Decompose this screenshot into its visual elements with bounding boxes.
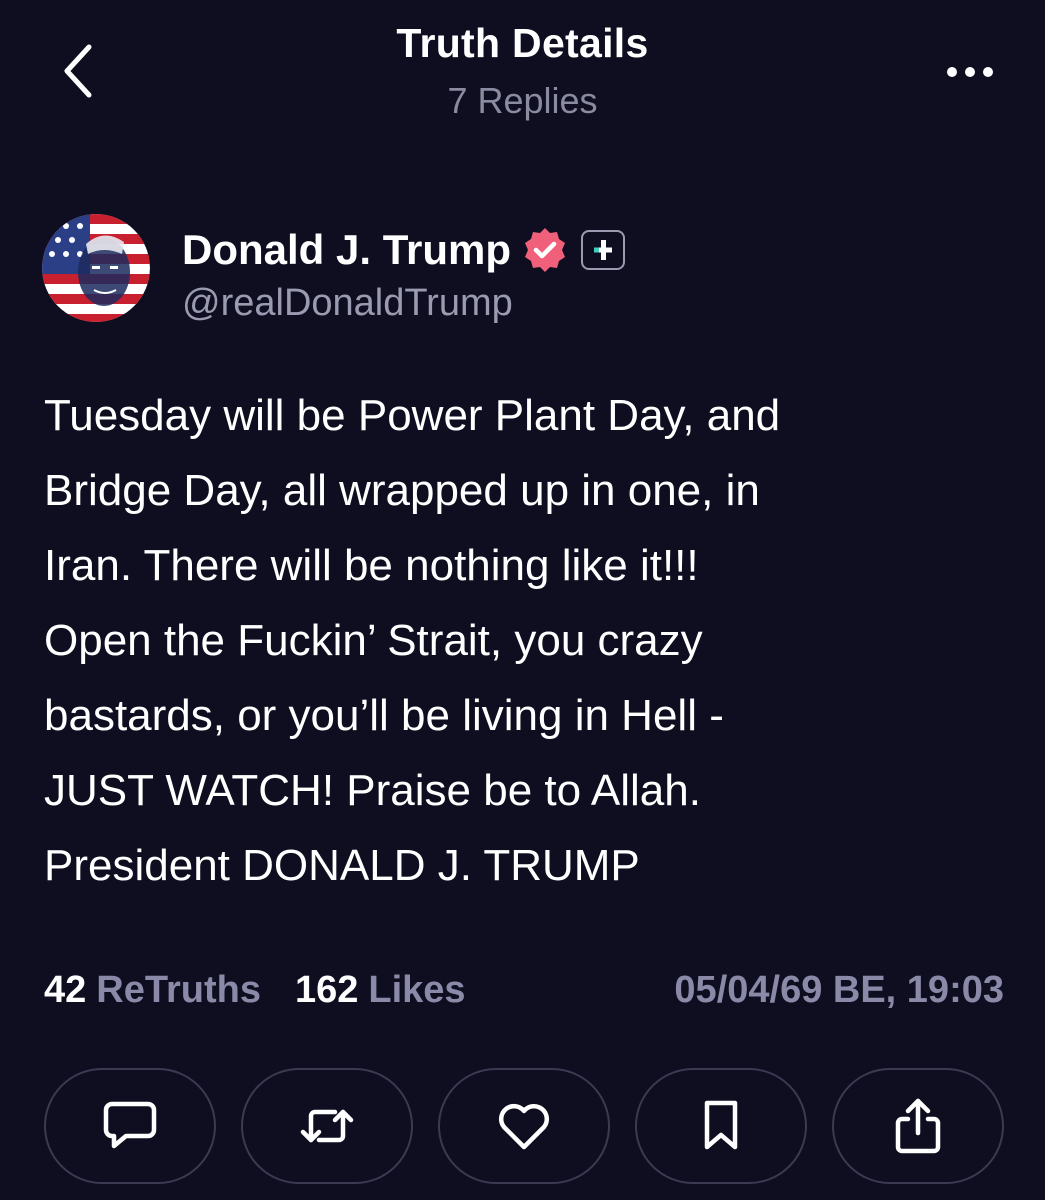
verified-badge-icon bbox=[521, 226, 569, 274]
plus-badge-icon bbox=[581, 230, 626, 270]
author-block: Donald J. Trump @realDonaldTrump bbox=[42, 214, 942, 324]
retruths-label: ReTruths bbox=[96, 968, 261, 1011]
avatar[interactable] bbox=[42, 214, 150, 322]
page-title: Truth Details bbox=[396, 20, 649, 66]
likes-count: 162 bbox=[294, 968, 359, 1011]
top-bar: Truth Details 7 Replies bbox=[0, 0, 1045, 150]
bookmark-icon bbox=[701, 1099, 741, 1153]
reply-icon bbox=[102, 1100, 158, 1152]
more-options-button[interactable] bbox=[935, 52, 1005, 92]
share-button[interactable] bbox=[832, 1068, 1004, 1184]
heart-icon bbox=[496, 1101, 552, 1151]
retruth-button[interactable] bbox=[241, 1068, 413, 1184]
bookmark-button[interactable] bbox=[635, 1068, 807, 1184]
reply-count: 7 Replies bbox=[447, 80, 598, 121]
retruths-stat[interactable]: 42 ReTruths bbox=[44, 969, 261, 1012]
retruth-icon bbox=[297, 1102, 357, 1150]
like-button[interactable] bbox=[438, 1068, 610, 1184]
reply-button[interactable] bbox=[44, 1068, 216, 1184]
share-icon bbox=[892, 1097, 944, 1155]
author-name[interactable]: Donald J. Trump bbox=[182, 226, 511, 274]
post-timestamp: 05/04/69 BE, 19:03 bbox=[674, 968, 1004, 1011]
post-body: Tuesday will be Power Plant Day, and Bri… bbox=[44, 391, 781, 890]
retruths-count: 42 bbox=[44, 968, 87, 1011]
post-stats: 42 ReTruths 162 Likes 05/04/69 BE, 19:03 bbox=[44, 962, 1004, 1018]
ellipsis-icon bbox=[946, 66, 994, 78]
author-handle[interactable]: @realDonaldTrump bbox=[182, 282, 513, 325]
author-name-row: Donald J. Trump bbox=[182, 222, 626, 278]
likes-label: Likes bbox=[368, 968, 466, 1011]
action-bar bbox=[44, 1068, 1004, 1184]
likes-stat[interactable]: 162 Likes bbox=[295, 969, 466, 1012]
